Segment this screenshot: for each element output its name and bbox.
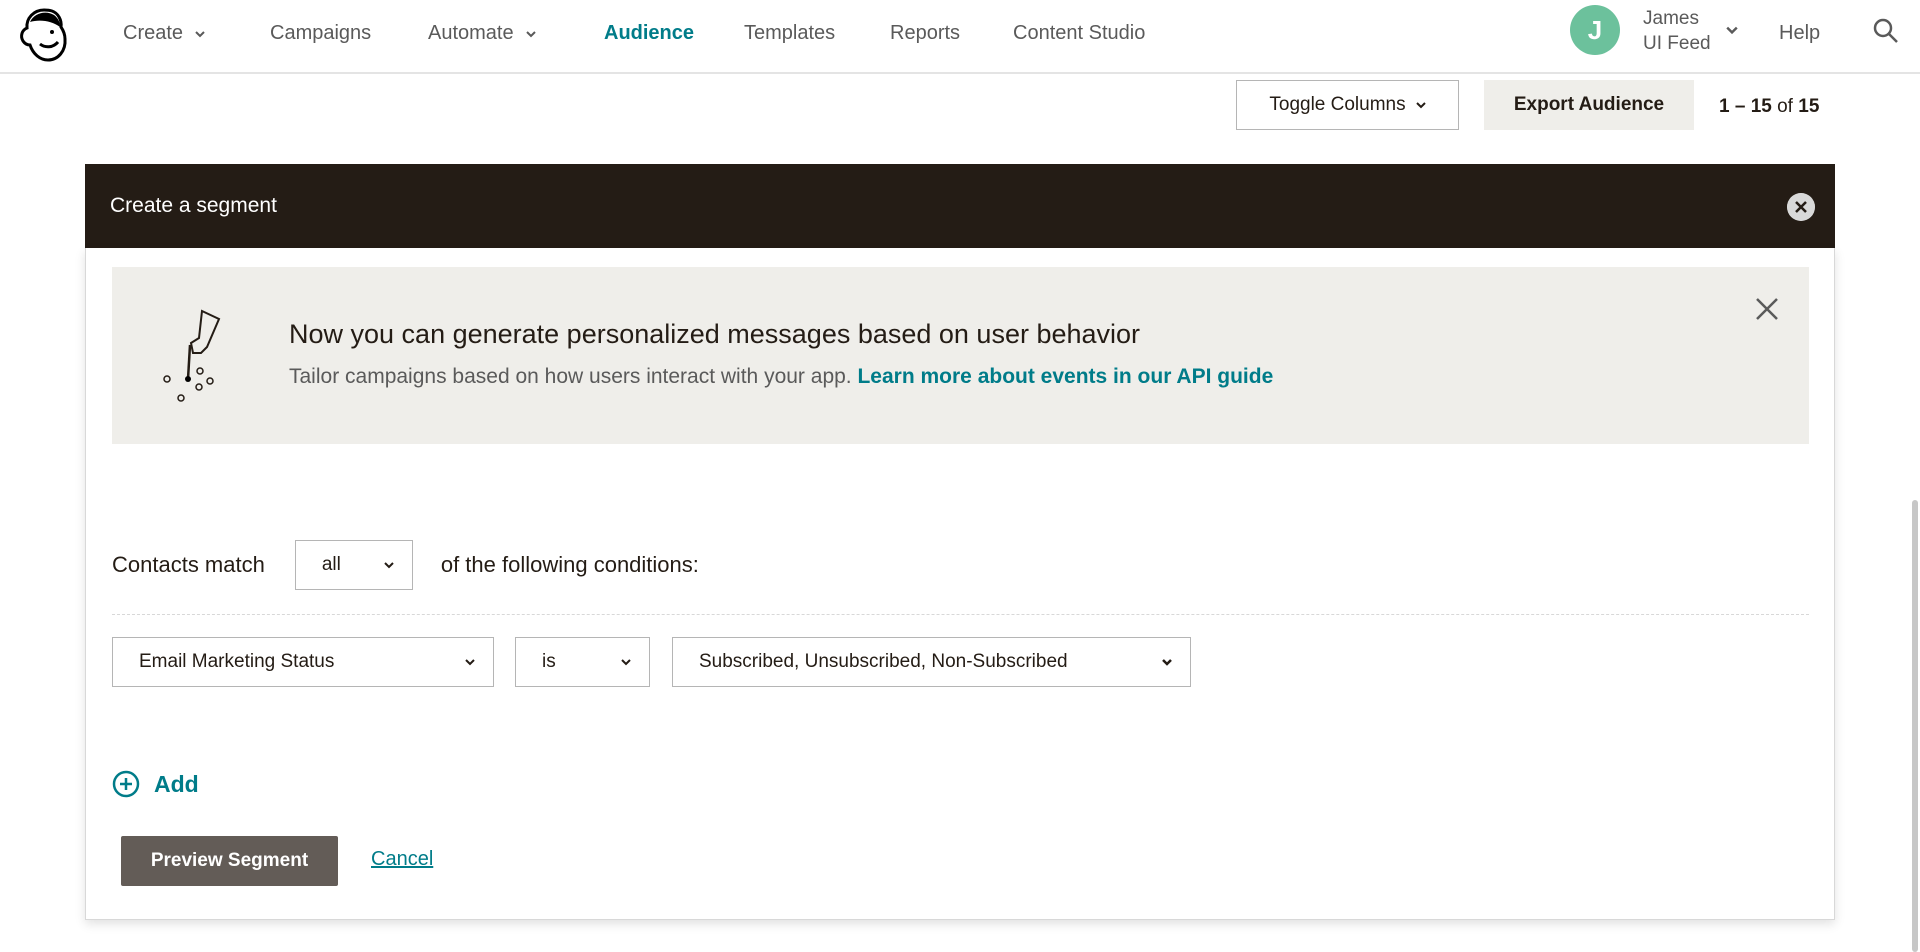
chevron-down-icon[interactable] xyxy=(1726,24,1738,36)
avatar[interactable]: J xyxy=(1570,5,1620,55)
cancel-link[interactable]: Cancel xyxy=(371,848,433,871)
nav-reports[interactable]: Reports xyxy=(890,22,960,45)
segment-modal-header: Create a segment xyxy=(85,164,1835,248)
banner-title: Now you can generate personalized messag… xyxy=(289,319,1141,349)
nav-templates[interactable]: Templates xyxy=(744,22,835,45)
chevron-down-icon xyxy=(195,30,205,37)
hand-pointer-illustration xyxy=(163,309,221,402)
modal-title: Create a segment xyxy=(110,194,277,217)
mailchimp-logo[interactable] xyxy=(16,6,72,64)
add-condition-button[interactable]: Add xyxy=(112,770,199,798)
nav-label: Templates xyxy=(744,22,836,44)
close-icon[interactable] xyxy=(1753,295,1781,323)
nav-campaigns[interactable]: Campaigns xyxy=(270,22,371,45)
match-suffix: of the following conditions: xyxy=(440,552,699,577)
chevron-down-icon xyxy=(525,30,536,37)
count-total: 15 xyxy=(1798,96,1820,117)
select-value: Email Marketing Status xyxy=(139,651,335,672)
close-icon[interactable] xyxy=(1787,193,1815,221)
api-guide-link[interactable]: Learn more about events in our API guide xyxy=(857,365,1273,388)
nav-label: Automate xyxy=(428,22,514,44)
search-icon[interactable] xyxy=(1873,18,1899,44)
divider xyxy=(112,614,1809,615)
chevron-down-icon xyxy=(1162,659,1172,666)
feature-banner: Now you can generate personalized messag… xyxy=(112,267,1809,444)
scrollbar[interactable] xyxy=(1912,500,1918,952)
segment-modal-body: Now you can generate personalized messag… xyxy=(85,248,1835,920)
select-value: is xyxy=(542,651,556,672)
chevron-down-icon xyxy=(465,659,475,666)
add-label: Add xyxy=(154,770,199,797)
select-value: all xyxy=(321,554,341,575)
account-name: UI Feed xyxy=(1643,33,1711,54)
chevron-down-icon xyxy=(384,562,394,569)
nav-label: Help xyxy=(1779,22,1821,44)
button-label: Toggle Columns xyxy=(1269,94,1406,115)
match-select[interactable]: all xyxy=(294,540,413,590)
toggle-columns-button[interactable]: Toggle Columns xyxy=(1236,80,1459,130)
nav-label: Audience xyxy=(604,22,695,44)
top-nav: Create Campaigns Automate Audience Templ… xyxy=(0,0,1920,74)
count-range: 1 – 15 xyxy=(1719,96,1772,117)
nav-label: Reports xyxy=(890,22,961,44)
select-value: Subscribed, Unsubscribed, Non-Subscribed xyxy=(699,651,1068,672)
nav-label: Campaigns xyxy=(270,22,372,44)
user-name: James xyxy=(1643,8,1699,29)
nav-automate[interactable]: Automate xyxy=(428,22,536,45)
account-menu[interactable]: James UI Feed xyxy=(1643,6,1711,56)
condition-operator-select[interactable]: is xyxy=(515,637,650,687)
condition-value-select[interactable]: Subscribed, Unsubscribed, Non-Subscribed xyxy=(672,637,1191,687)
count-of: of xyxy=(1777,96,1793,117)
chevron-down-icon xyxy=(1415,102,1426,109)
nav-content-studio[interactable]: Content Studio xyxy=(1013,22,1145,45)
pagination-count: 1 – 15 of 15 xyxy=(1719,96,1819,118)
banner-text: Tailor campaigns based on how users inte… xyxy=(289,365,1273,389)
nav-create[interactable]: Create xyxy=(123,22,205,45)
match-row: Contacts match all of the following cond… xyxy=(112,540,699,590)
nav-audience[interactable]: Audience xyxy=(604,22,694,45)
condition-field-select[interactable]: Email Marketing Status xyxy=(112,637,494,687)
nav-label: Content Studio xyxy=(1013,22,1146,44)
nav-label: Create xyxy=(123,22,184,44)
preview-segment-button[interactable]: Preview Segment xyxy=(121,836,338,886)
export-audience-button[interactable]: Export Audience xyxy=(1484,80,1694,130)
chevron-down-icon xyxy=(621,659,631,666)
banner-description: Tailor campaigns based on how users inte… xyxy=(289,365,852,388)
plus-circle-icon xyxy=(112,770,140,798)
nav-help[interactable]: Help xyxy=(1779,22,1820,45)
match-prefix: Contacts match xyxy=(112,552,265,577)
